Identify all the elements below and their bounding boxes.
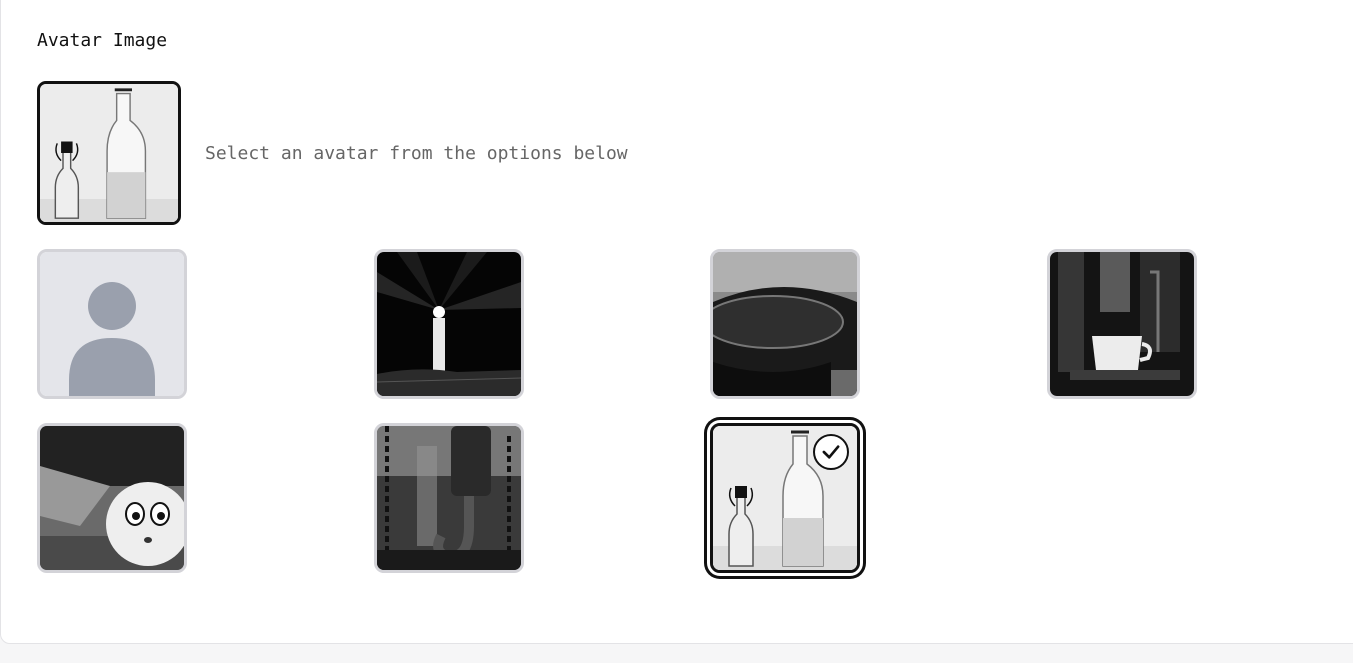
current-avatar-preview: [37, 81, 181, 225]
section-title: Avatar Image: [37, 30, 168, 51]
worried-ball-photo: [40, 426, 184, 570]
avatar-option-crane-hook[interactable]: [374, 423, 524, 573]
default-person-icon: [40, 252, 184, 396]
cup-rim-photo: [713, 252, 857, 396]
lighthouse-photo: [377, 252, 521, 396]
avatar-option-cup[interactable]: [710, 249, 860, 399]
espresso-machine-photo: [1050, 252, 1194, 396]
avatar-option-bottles[interactable]: [710, 423, 860, 573]
avatar-option-lighthouse[interactable]: [374, 249, 524, 399]
bottles-image: [40, 84, 178, 222]
selected-check-icon: [813, 434, 849, 470]
avatar-option-worried-ball[interactable]: [37, 423, 187, 573]
avatar-option-espresso[interactable]: [1047, 249, 1197, 399]
avatar-option-default[interactable]: [37, 249, 187, 399]
avatar-hint: Select an avatar from the options below: [205, 143, 628, 164]
crane-hook-photo: [377, 426, 521, 570]
